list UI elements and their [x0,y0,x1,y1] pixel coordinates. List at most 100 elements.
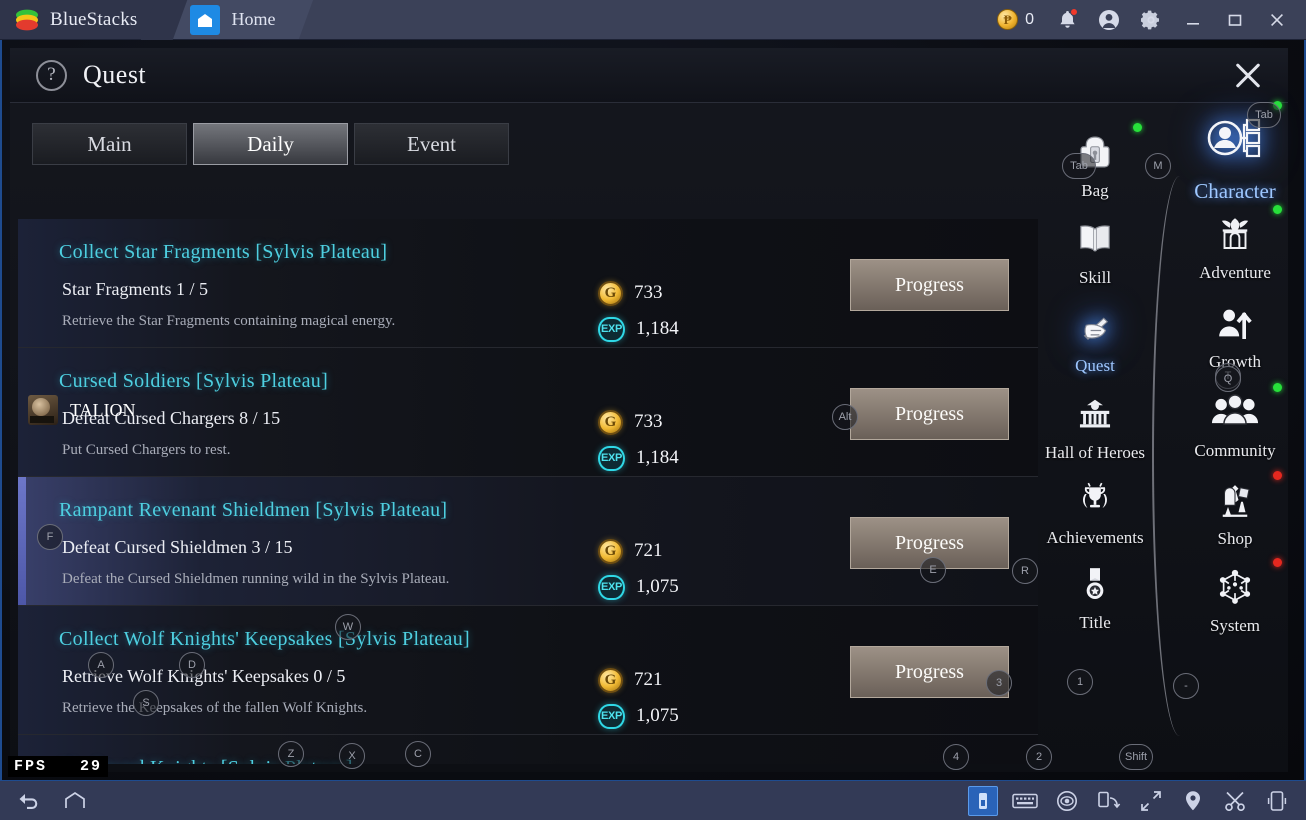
quest-rewards: G 721 EXP 1,075 [598,533,679,605]
growth-arrow-icon [1207,297,1263,349]
question-mark-icon[interactable]: ? [36,59,67,91]
notifications-bell-icon[interactable] [1048,0,1086,40]
minimize-button[interactable] [1174,0,1212,40]
adventure-gate-icon [1207,208,1263,260]
gold-coin-icon: G [598,280,623,306]
quest-action-button[interactable]: Progress [850,388,1009,440]
reward-exp-value: 1,075 [636,576,679,597]
game-side-menu: Bag Skill Quest Hall of Heroes Achieveme… [1024,88,1304,778]
menu-item-growth[interactable]: Growth [1166,297,1304,372]
maximize-button[interactable] [1216,0,1254,40]
menu-item-achievements[interactable]: Achievements [1026,473,1164,548]
tab-talion-label: TALION [70,399,136,420]
menu-item-title[interactable]: Title [1026,558,1164,633]
status-badge [1273,205,1282,214]
tab-main[interactable]: Main [32,123,187,165]
menu-item-adventure[interactable]: Adventure [1166,205,1304,283]
quest-title: Collect Star Fragments [Sylvis Plateau] [59,241,388,263]
quest-description: Retrieve the Star Fragments containing m… [62,313,396,329]
home-icon[interactable] [60,786,90,816]
quest-objective: Star Fragments 1 / 5 [62,279,208,299]
fps-counter: FPS 29 [8,756,109,777]
keyboard-controls-icon[interactable] [1010,786,1040,816]
volume-icon[interactable] [968,785,998,816]
location-icon[interactable] [1178,786,1208,816]
menu-item-label: Community [1194,441,1276,460]
quest-list[interactable]: Collect Star Fragments [Sylvis Plateau] … [18,219,1038,764]
temple-icon [1067,388,1123,440]
quest-row[interactable]: Shadowed Knights [Sylvis Plateau] Corrup… [18,735,1038,764]
menu-item-system[interactable]: System [1166,558,1304,636]
gold-coin-icon: G [598,409,623,435]
menu-item-hall-of-heroes[interactable]: Hall of Heroes [1026,388,1164,463]
menu-item-label: Skill [1078,268,1112,287]
settings-gear-icon[interactable] [1132,0,1170,40]
menu-item-bag[interactable]: Bag [1026,123,1164,201]
reward-exp-value: 1,184 [636,447,679,468]
tab-daily[interactable]: Daily [193,123,348,165]
status-badge [1273,558,1282,567]
notification-badge [1070,7,1078,16]
menu-item-label: Adventure [1199,263,1271,282]
reward-exp: EXP 1,184 [598,311,679,347]
account-avatar-icon[interactable] [1090,0,1128,40]
points-balance[interactable]: ₱ 0 [993,9,1044,30]
menu-item-character[interactable]: Character [1166,101,1304,204]
character-portrait-icon [1195,104,1275,176]
quest-rewards: G 721 EXP 1,075 [598,662,679,734]
home-icon [189,4,220,35]
close-button[interactable] [1258,0,1296,40]
quest-action-button[interactable]: Progress [850,259,1009,311]
quest-action-button[interactable]: Progress [850,517,1009,569]
reward-exp-value: 1,184 [636,318,679,339]
menu-item-label: Bag [1081,181,1109,200]
menu-item-label: Title [1079,613,1111,632]
reward-exp-value: 1,075 [636,705,679,726]
quest-objective: Retrieve Wolf Knights' Keepsakes 0 / 5 [62,666,346,686]
shake-device-icon[interactable] [1262,786,1292,816]
bluestacks-bottom-toolbar [0,780,1306,820]
tab-event[interactable]: Event [354,123,509,165]
scissors-cut-icon[interactable] [1220,786,1250,816]
reward-exp: EXP 1,075 [598,569,679,605]
quest-rewards: G 733 EXP 1,184 [598,404,679,476]
fullscreen-icon[interactable] [1136,786,1166,816]
quest-row[interactable]: Collect Wolf Knights' Keepsakes [Sylvis … [18,606,1038,735]
reward-exp: EXP 1,184 [598,440,679,476]
bluestacks-logo-icon [16,9,38,30]
exp-orb-icon: EXP [598,574,625,600]
gold-coin-icon: G [598,667,623,693]
quest-action-button[interactable]: Progress [850,646,1009,698]
bluestacks-titlebar: BlueStacks Home TALION ₱ 0 [0,0,1306,780]
reward-gold-value: 721 [634,669,663,690]
menu-item-shop[interactable]: Shop [1166,471,1304,549]
bluestacks-brand: BlueStacks [0,0,164,39]
backpack-icon [1067,126,1123,178]
exp-orb-icon: EXP [598,703,625,729]
menu-item-community[interactable]: Community [1166,383,1304,461]
points-value: 0 [1025,10,1034,28]
quest-row[interactable]: Collect Star Fragments [Sylvis Plateau] … [18,219,1038,348]
reward-gold-value: 733 [634,411,663,432]
trophy-wreath-icon [1067,473,1123,525]
menu-item-label: Quest [1075,356,1115,375]
quest-row[interactable]: Rampant Revenant Shieldmen [Sylvis Plate… [18,477,1038,606]
reward-exp: EXP 1,075 [598,698,679,734]
menu-item-label: Growth [1209,352,1261,371]
quest-objective: Defeat Cursed Shieldmen 3 / 15 [62,537,293,557]
status-badge [1273,383,1282,392]
quest-description: Retrieve the Keepsakes of the fallen Wol… [62,700,368,716]
menu-item-label: Achievements [1046,528,1144,547]
menu-item-quest[interactable]: Quest [1026,301,1164,376]
rotate-screen-icon[interactable] [1094,786,1124,816]
menu-item-label: Character [1194,179,1276,203]
quest-rewards: G 733 EXP 1,184 [598,275,679,347]
game-viewport: ? Quest Main Daily Event Collect Star Fr… [0,40,1306,780]
menu-item-skill[interactable]: Skill [1026,213,1164,288]
back-icon[interactable] [14,786,44,816]
quest-title: Cursed Soldiers [Sylvis Plateau] [59,370,329,392]
eye-macro-icon[interactable] [1052,786,1082,816]
tab-home-label: Home [231,9,276,29]
medal-icon [1067,558,1123,610]
quest-row[interactable]: Cursed Soldiers [Sylvis Plateau] Defeat … [18,348,1038,477]
